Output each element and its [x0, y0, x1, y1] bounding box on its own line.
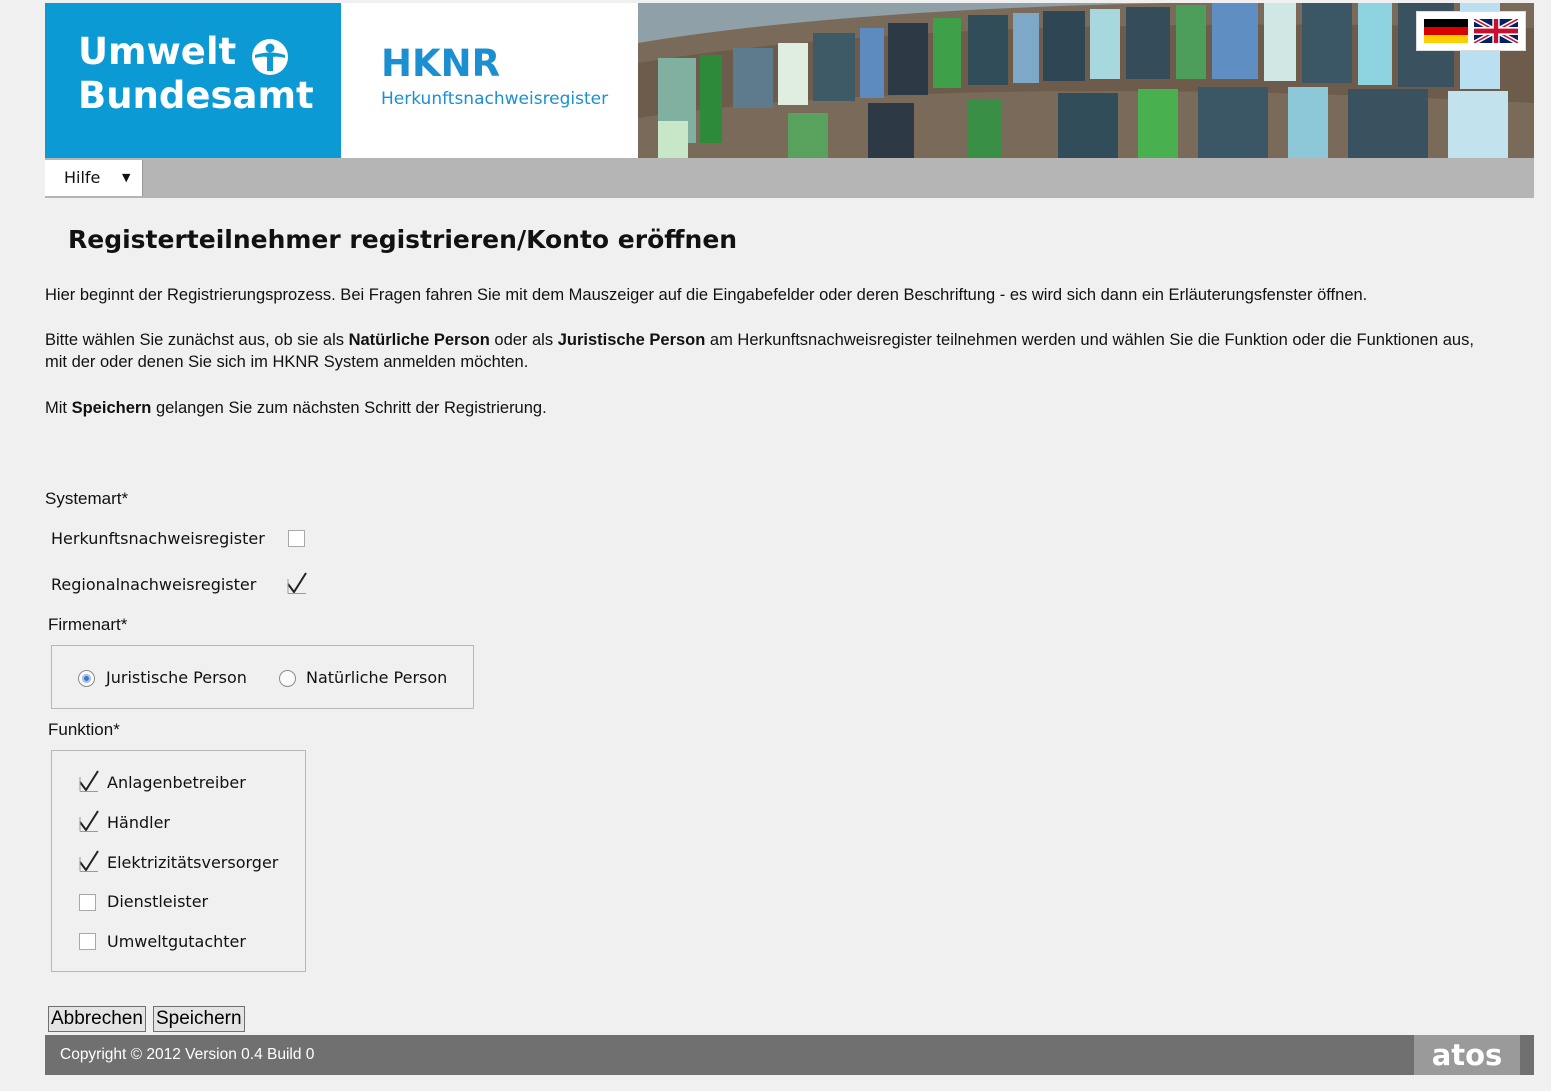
language-switcher: [1416, 11, 1526, 51]
help-menu-label: Hilfe: [64, 168, 101, 187]
logo-line-2: Bundesamt: [78, 74, 314, 117]
page-frame: Umwelt Bundesamt HKNR Herkunftsnachweisr…: [45, 3, 1534, 198]
systemart-regional-label: Regionalnachweisregister: [51, 575, 257, 594]
save-button[interactable]: Speichern: [153, 1006, 245, 1032]
funktion-umweltgutachter-checkbox[interactable]: [79, 933, 96, 950]
funktion-elektrizitaetsversorger-label: Elektrizitätsversorger: [107, 853, 279, 872]
logo-line-1: Umwelt: [78, 30, 237, 73]
copyright-text: Copyright © 2012 Version 0.4 Build 0: [60, 1046, 315, 1063]
footer: Copyright © 2012 Version 0.4 Build 0 ato…: [45, 1035, 1534, 1075]
funktion-dienstleister-label: Dienstleister: [107, 892, 209, 911]
radio-natuerliche-person[interactable]: [279, 670, 296, 687]
instruction-emphasis-natural: Natürliche Person: [348, 331, 490, 349]
save-hint-emphasis: Speichern: [71, 399, 152, 417]
header-building-photo: [638, 3, 1534, 158]
funktion-label: Funktion*: [48, 720, 120, 739]
checkmark-icon: [287, 572, 307, 594]
funktion-anlagenbetreiber-checkbox[interactable]: [78, 769, 100, 793]
uk-flag-icon[interactable]: [1474, 19, 1518, 43]
help-menu-button[interactable]: Hilfe ▼: [45, 160, 143, 196]
funktion-group: Anlagenbetreiber Händler Elektrizitätsve…: [51, 750, 306, 972]
checkmark-icon: [79, 850, 99, 872]
checkmark-icon: [79, 770, 99, 792]
radio-natuerliche-person-label: Natürliche Person: [306, 668, 448, 687]
save-hint-part: Mit: [45, 399, 72, 417]
radio-juristische-person-label: Juristische Person: [106, 668, 247, 687]
cancel-button[interactable]: Abbrechen: [48, 1006, 146, 1032]
uba-emblem-icon: [252, 39, 288, 75]
checkmark-icon: [79, 810, 99, 832]
funktion-umweltgutachter-label: Umweltgutachter: [107, 932, 246, 951]
firmenart-group: Juristische Person Natürliche Person: [51, 645, 474, 709]
systemart-hkn-checkbox[interactable]: [288, 530, 305, 547]
funktion-anlagenbetreiber-label: Anlagenbetreiber: [107, 773, 246, 792]
instruction-part: oder als: [489, 331, 558, 349]
save-hint-text: Mit Speichern gelangen Sie zum nächsten …: [45, 397, 1485, 419]
funktion-dienstleister-checkbox[interactable]: [79, 894, 96, 911]
firmenart-label: Firmenart*: [48, 615, 128, 634]
instruction-emphasis-juristic: Juristische Person: [557, 331, 706, 349]
header: Umwelt Bundesamt HKNR Herkunftsnachweisr…: [45, 3, 1534, 158]
instruction-text: Bitte wählen Sie zunächst aus, ob sie al…: [45, 329, 1485, 373]
atos-logo: atos: [1414, 1035, 1520, 1075]
save-hint-part: gelangen Sie zum nächsten Schritt der Re…: [151, 399, 547, 417]
app-title: HKNR: [381, 42, 501, 85]
systemart-label: Systemart*: [45, 489, 129, 508]
systemart-hkn-label: Herkunftsnachweisregister: [51, 529, 265, 548]
intro-text: Hier beginnt der Registrierungsprozess. …: [45, 286, 1368, 304]
uba-logo[interactable]: Umwelt Bundesamt: [45, 3, 341, 158]
radio-juristische-person[interactable]: [78, 670, 95, 687]
funktion-elektrizitaetsversorger-checkbox[interactable]: [78, 849, 100, 873]
menu-bar: Hilfe ▼: [45, 158, 1534, 198]
page-title: Registerteilnehmer registrieren/Konto er…: [68, 225, 738, 254]
funktion-haendler-checkbox[interactable]: [78, 809, 100, 833]
funktion-haendler-label: Händler: [107, 813, 170, 832]
chevron-down-icon: ▼: [122, 171, 131, 184]
german-flag-icon[interactable]: [1424, 19, 1468, 43]
app-subtitle: Herkunftsnachweisregister: [381, 89, 609, 109]
systemart-regional-checkbox[interactable]: [286, 571, 308, 595]
instruction-part: Bitte wählen Sie zunächst aus, ob sie al…: [45, 331, 349, 349]
